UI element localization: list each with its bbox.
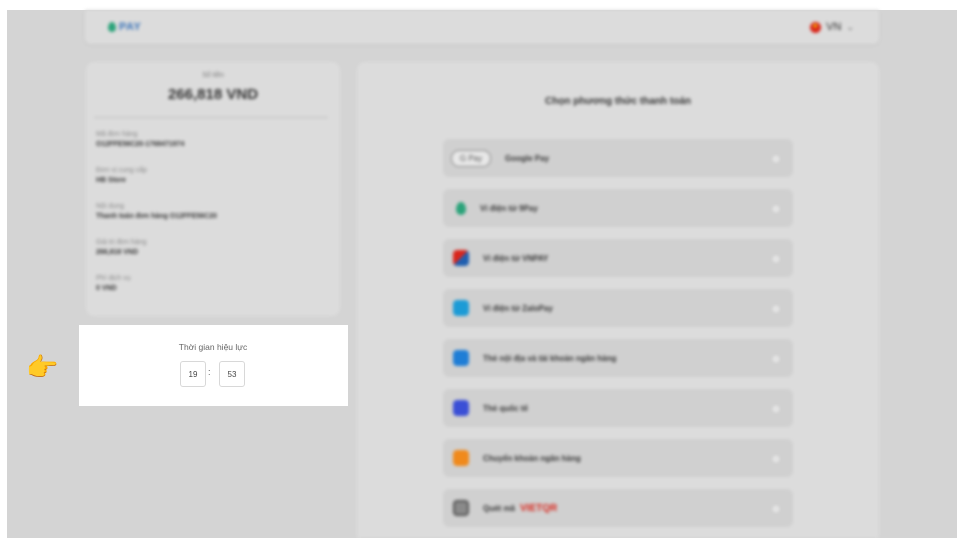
validity-title: Thời gian hiệu lực xyxy=(178,342,248,352)
radio-button[interactable] xyxy=(771,154,781,164)
info-provider: Đơn vị cung cấp HB Store xyxy=(96,167,147,184)
method-domestic-card[interactable]: Thẻ nội địa và tài khoản ngân hàng xyxy=(443,339,793,377)
google-pay-icon: G Pay xyxy=(451,149,491,167)
method-9pay[interactable]: Ví điện tử 9Pay xyxy=(443,189,793,227)
info-content: Nội dung Thanh toán đơn hàng O12FFE56C20 xyxy=(96,203,217,220)
radio-button[interactable] xyxy=(771,204,781,214)
info-service-fee: Phí dịch vụ 0 VND xyxy=(96,275,131,292)
pointing-hand-icon: 👉 xyxy=(26,352,59,382)
radio-button[interactable] xyxy=(771,304,781,314)
minutes-box: 19 xyxy=(180,361,206,387)
seconds-box: 53 xyxy=(219,361,245,387)
zalopay-icon xyxy=(453,300,469,316)
method-vnpay[interactable]: Ví điện tử VNPAY xyxy=(443,239,793,277)
vietnam-flag-icon xyxy=(810,21,822,33)
method-zalopay[interactable]: Ví điện tử ZaloPay xyxy=(443,289,793,327)
radio-button[interactable] xyxy=(771,454,781,464)
payment-methods-title: Chọn phương thức thanh toán xyxy=(544,96,691,107)
vnpay-icon xyxy=(453,250,469,266)
order-amount: 266,818 VND xyxy=(167,86,259,103)
international-card-icon xyxy=(453,400,469,416)
divider xyxy=(94,117,328,118)
amount-label: Số tiền xyxy=(202,72,224,79)
9pay-logo[interactable]: PAY xyxy=(108,21,141,33)
method-google-pay[interactable]: G Pay Google Pay xyxy=(443,139,793,177)
qr-icon xyxy=(453,500,469,516)
radio-button[interactable] xyxy=(771,254,781,264)
map-pin-icon xyxy=(108,22,116,32)
time-separator: : xyxy=(208,367,211,377)
info-order-value: Giá trị đơn hàng 266,818 VND xyxy=(96,239,147,256)
radio-button[interactable] xyxy=(771,354,781,364)
bank-transfer-icon xyxy=(453,450,469,466)
method-international-card[interactable]: Thẻ quốc tế xyxy=(443,389,793,427)
info-order-id: Mã đơn hàng O12FFE56C20-1768471974 xyxy=(96,131,185,148)
method-qr[interactable]: Quét mã VIETQR xyxy=(443,489,793,527)
language-code: VN xyxy=(826,21,842,33)
validity-card xyxy=(87,330,339,398)
domestic-card-icon xyxy=(453,350,469,366)
radio-button[interactable] xyxy=(771,404,781,414)
vietqr-logo: VIETQR xyxy=(520,502,558,514)
top-bar xyxy=(85,10,879,44)
language-selector[interactable]: VN ⌄ xyxy=(810,21,854,33)
9pay-icon xyxy=(456,201,466,215)
chevron-down-icon: ⌄ xyxy=(846,21,854,32)
radio-button[interactable] xyxy=(771,504,781,514)
method-bank-transfer[interactable]: Chuyển khoản ngân hàng xyxy=(443,439,793,477)
